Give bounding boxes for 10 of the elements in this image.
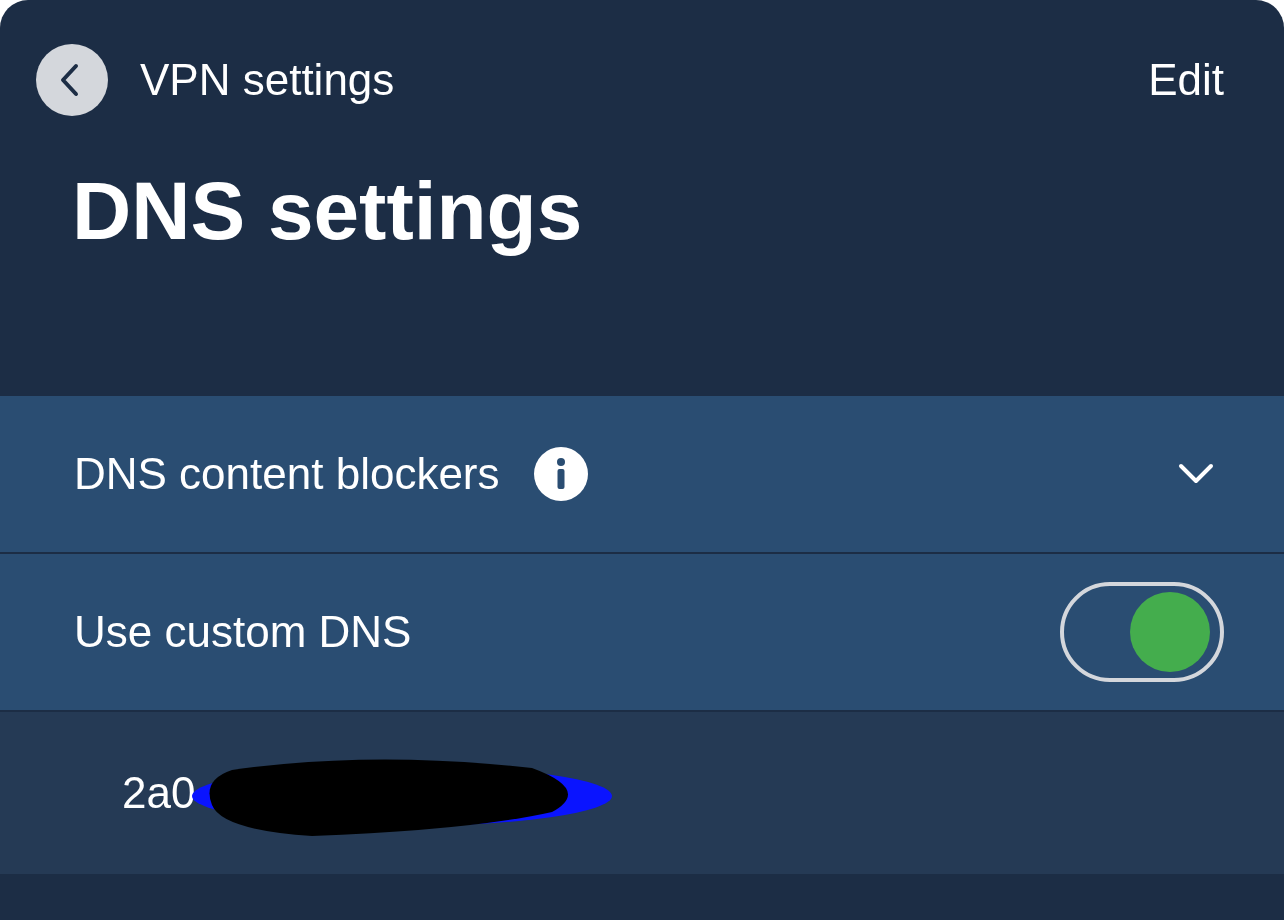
section-row[interactable]: DNS content blockers [0, 396, 1284, 554]
row-label: Use custom DNS [74, 607, 412, 657]
chevron-down-icon[interactable] [1178, 463, 1214, 485]
edit-button[interactable]: Edit [1148, 55, 1224, 105]
page-title: DNS settings [72, 164, 584, 258]
info-icon[interactable] [533, 447, 588, 501]
back-label[interactable]: VPN settings [140, 55, 395, 105]
dns-server-address: 2a0 [122, 768, 196, 818]
row-label: DNS content blockers [74, 449, 500, 499]
toggle-switch[interactable] [1060, 582, 1224, 682]
